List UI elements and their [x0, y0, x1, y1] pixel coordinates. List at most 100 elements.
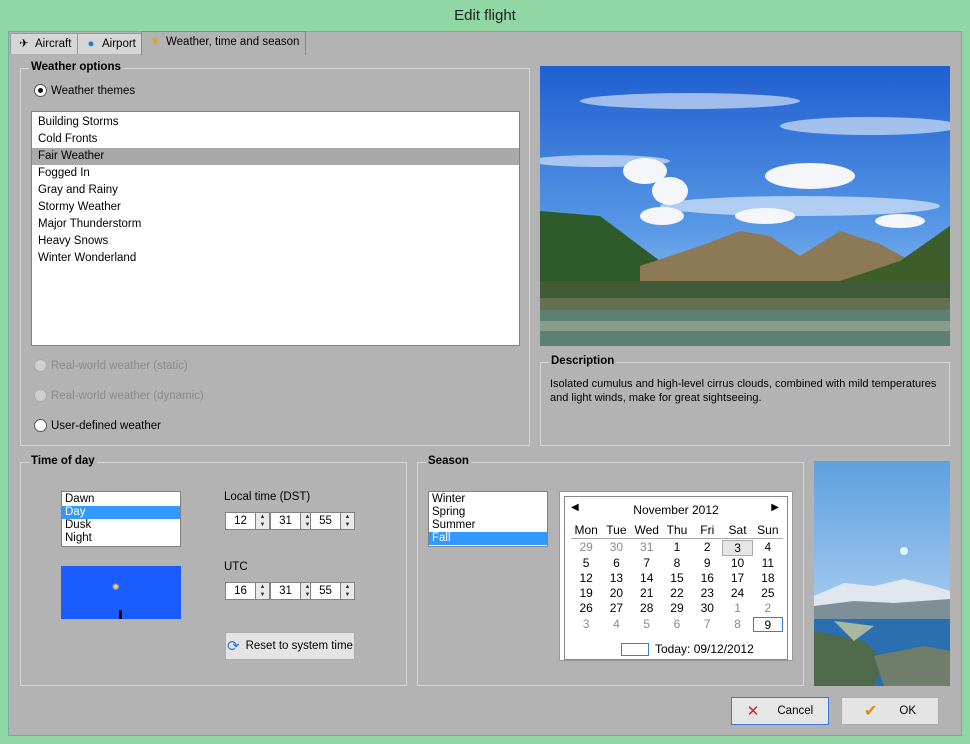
calendar-day[interactable]: 7 — [692, 617, 722, 632]
realworld-static-radio[interactable]: Real-world weather (static) — [34, 359, 188, 372]
calendar-day[interactable]: 23 — [692, 586, 722, 601]
list-item[interactable]: Major Thunderstorm — [32, 216, 519, 233]
utc-second-stepper[interactable]: 55 ▲ ▼ — [310, 582, 355, 600]
local-minute-stepper[interactable]: 31 ▲ ▼ — [270, 512, 315, 530]
calendar-day[interactable]: 21 — [632, 586, 662, 601]
airplane-icon: ✈ — [19, 38, 29, 50]
list-item[interactable]: Night — [62, 532, 180, 545]
calendar-day[interactable]: 2 — [753, 601, 783, 616]
calendar-day[interactable]: 6 — [601, 556, 631, 571]
calendar-day[interactable]: 1 — [662, 540, 692, 555]
user-defined-label: User-defined weather — [51, 419, 161, 432]
list-item[interactable]: Cold Fronts — [32, 131, 519, 148]
calendar-day[interactable]: 5 — [632, 617, 662, 632]
calendar-day[interactable]: 5 — [571, 556, 601, 571]
calendar-day[interactable]: 4 — [753, 540, 783, 555]
user-defined-weather-radio[interactable]: User-defined weather — [34, 419, 161, 432]
local-second-stepper[interactable]: 55 ▲ ▼ — [310, 512, 355, 530]
weather-preview-image — [540, 66, 950, 346]
calendar-day[interactable]: 30 — [692, 601, 722, 616]
tab-weather-time-season[interactable]: ☀ Weather, time and season — [141, 31, 307, 55]
calendar-day[interactable]: 10 — [722, 556, 752, 571]
spin-arrows[interactable]: ▲ ▼ — [341, 582, 355, 600]
time-of-day-list[interactable]: Dawn Day Dusk Night — [61, 491, 181, 547]
weather-themes-radio[interactable]: Weather themes — [34, 84, 135, 97]
ok-label: OK — [899, 705, 917, 717]
calendar-day[interactable]: 12 — [571, 571, 601, 586]
calendar-today-label[interactable]: Today: 09/12/2012 — [655, 642, 754, 656]
tab-aircraft[interactable]: ✈ Aircraft — [10, 33, 79, 54]
calendar-day[interactable]: 30 — [601, 540, 631, 555]
list-item[interactable]: Building Storms — [32, 114, 519, 131]
list-item[interactable]: Fair Weather — [32, 148, 519, 165]
season-list[interactable]: Winter Spring Summer Fall — [428, 491, 548, 547]
calendar-day[interactable]: 11 — [753, 556, 783, 571]
calendar-day[interactable]: 14 — [632, 571, 662, 586]
calendar-day[interactable]: 8 — [662, 556, 692, 571]
tab-airport[interactable]: ● Airport — [77, 33, 143, 54]
calendar-month-label[interactable]: November 2012 — [565, 503, 787, 517]
list-item[interactable]: Winter Wonderland — [32, 250, 519, 267]
calendar-day[interactable]: 18 — [753, 571, 783, 586]
utc-hour-stepper[interactable]: 16 ▲ ▼ — [225, 582, 270, 600]
calendar-day[interactable]: 2 — [692, 540, 722, 555]
calendar-day[interactable]: 28 — [632, 601, 662, 616]
realworld-dynamic-radio[interactable]: Real-world weather (dynamic) — [34, 389, 204, 402]
local-second-value[interactable]: 55 — [310, 512, 341, 530]
calendar-day[interactable]: 1 — [722, 601, 752, 616]
reset-to-system-time-button[interactable]: ⟳ Reset to system time — [225, 632, 355, 660]
calendar-day[interactable]: 3 — [571, 617, 601, 632]
utc-minute-stepper[interactable]: 31 ▲ ▼ — [270, 582, 315, 600]
today-marker-icon — [621, 643, 649, 656]
list-item[interactable]: Gray and Rainy — [32, 182, 519, 199]
calendar-day[interactable]: 13 — [601, 571, 631, 586]
utc-hour-value[interactable]: 16 — [225, 582, 256, 600]
list-item[interactable]: Dusk — [62, 519, 180, 532]
month-calendar[interactable]: ◀ November 2012 ▶ Mon Tue Wed Thu Fri Sa… — [559, 491, 793, 661]
calendar-day[interactable]: 24 — [722, 586, 752, 601]
calendar-day[interactable]: 8 — [722, 617, 752, 632]
calendar-day[interactable]: 22 — [662, 586, 692, 601]
local-hour-value[interactable]: 12 — [225, 512, 256, 530]
calendar-day[interactable]: 16 — [692, 571, 722, 586]
calendar-day[interactable]: 19 — [571, 586, 601, 601]
utc-second-value[interactable]: 55 — [310, 582, 341, 600]
calendar-day[interactable]: 31 — [632, 540, 662, 555]
list-item[interactable]: Spring — [429, 506, 547, 519]
local-time-label: Local time (DST) — [224, 491, 311, 503]
cancel-button[interactable]: ✕ Cancel — [731, 697, 829, 725]
season-preview-image — [814, 461, 950, 686]
calendar-day[interactable]: 29 — [662, 601, 692, 616]
ok-button[interactable]: ✔ OK — [841, 697, 939, 725]
calendar-day[interactable]: 7 — [632, 556, 662, 571]
list-item[interactable]: Stormy Weather — [32, 199, 519, 216]
calendar-day[interactable]: 6 — [662, 617, 692, 632]
calendar-day-today[interactable]: 9 — [752, 616, 783, 633]
calendar-day[interactable]: 27 — [601, 601, 631, 616]
list-item[interactable]: Summer — [429, 519, 547, 532]
list-item[interactable]: Fogged In — [32, 165, 519, 182]
list-item[interactable]: Winter — [429, 493, 547, 506]
utc-minute-value[interactable]: 31 — [270, 582, 301, 600]
list-item[interactable]: Dawn — [62, 493, 180, 506]
calendar-day[interactable]: 26 — [571, 601, 601, 616]
calendar-day[interactable]: 9 — [692, 556, 722, 571]
weather-themes-list[interactable]: Building Storms Cold Fronts Fair Weather… — [31, 111, 520, 346]
calendar-day[interactable]: 17 — [722, 571, 752, 586]
calendar-day[interactable]: 25 — [753, 586, 783, 601]
spin-arrows[interactable]: ▲ ▼ — [256, 512, 270, 530]
calendar-day-selected[interactable]: 3 — [722, 540, 753, 556]
spin-arrows[interactable]: ▲ ▼ — [341, 512, 355, 530]
next-month-arrow-icon[interactable]: ▶ — [771, 502, 779, 513]
list-item[interactable]: Day — [62, 506, 180, 519]
calendar-day[interactable]: 15 — [662, 571, 692, 586]
local-hour-stepper[interactable]: 12 ▲ ▼ — [225, 512, 270, 530]
calendar-day[interactable]: 20 — [601, 586, 631, 601]
list-item[interactable]: Fall — [429, 532, 547, 545]
calendar-day[interactable]: 29 — [571, 540, 601, 555]
calendar-week-row: 12 13 14 15 16 17 18 — [571, 571, 783, 586]
local-minute-value[interactable]: 31 — [270, 512, 301, 530]
calendar-day[interactable]: 4 — [601, 617, 631, 632]
list-item[interactable]: Heavy Snows — [32, 233, 519, 250]
spin-arrows[interactable]: ▲ ▼ — [256, 582, 270, 600]
